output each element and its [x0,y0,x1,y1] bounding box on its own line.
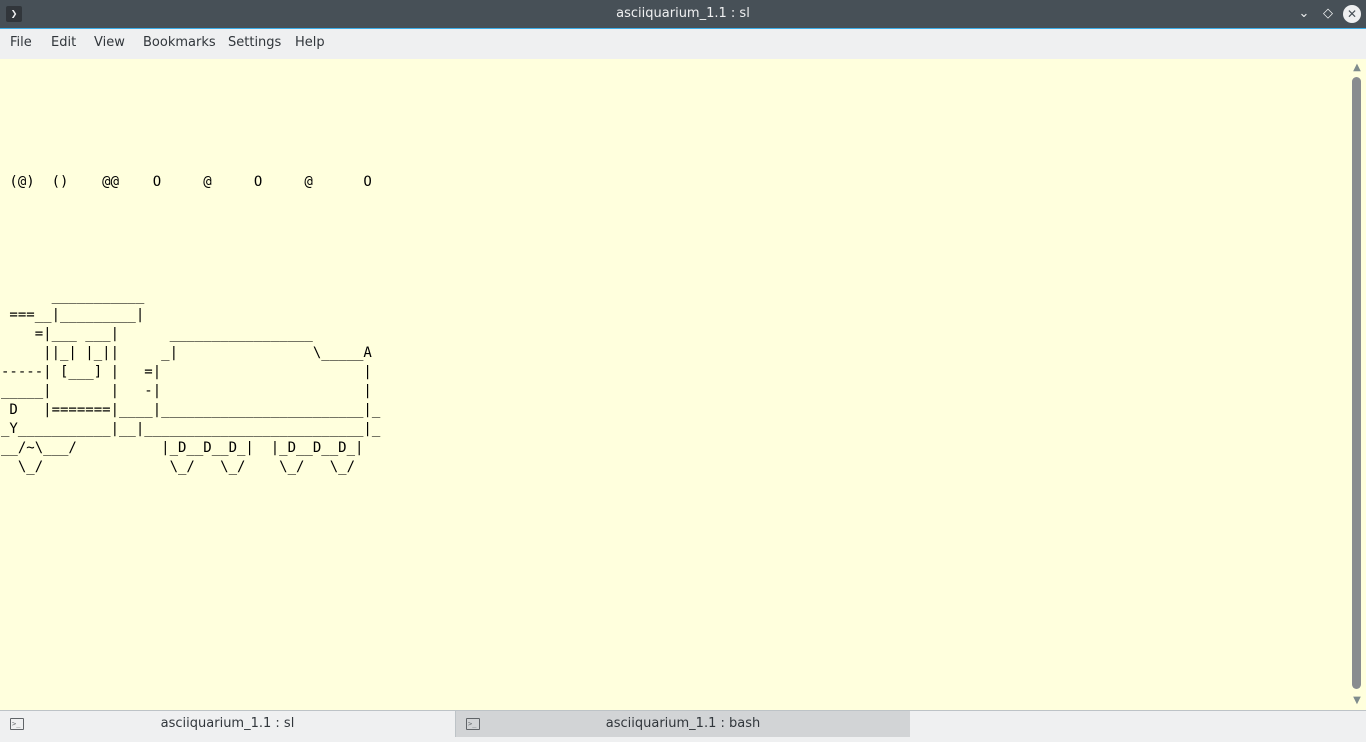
minimize-icon[interactable]: ⌄ [1295,5,1313,23]
terminal-line: _Y___________|__|_______________________… [1,421,381,437]
terminal-tab-icon: >_ [10,718,24,730]
scrollbar-thumb[interactable] [1352,77,1361,689]
terminal-line: \_/ \_/ \_/ \_/ \_/ [1,459,356,475]
terminal-line: D |=======|____|________________________… [1,402,381,418]
scroll-down-icon[interactable]: ▼ [1348,694,1366,708]
menu-edit[interactable]: Edit [51,29,76,57]
menu-help[interactable]: Help [295,29,325,57]
tab-bar: >_ asciiquarium_1.1 : sl >_ asciiquarium… [0,710,1366,742]
menu-file[interactable]: File [10,29,32,57]
menu-settings[interactable]: Settings [228,29,281,57]
vertical-scrollbar[interactable]: ▲ ▼ [1348,59,1366,710]
maximize-icon[interactable]: ◇ [1319,5,1337,23]
tab-bash[interactable]: >_ asciiquarium_1.1 : bash [455,711,910,737]
tab-label: asciiquarium_1.1 : bash [605,716,761,731]
window-title: asciiquarium_1.1 : sl [616,6,750,21]
terminal-line: ___________ [1,288,145,304]
terminal-line: =|___ ___| _________________ [1,326,313,342]
terminal-output: (@) () @@ O @ O @ O ___________ ===__|__… [1,59,380,477]
menu-bookmarks[interactable]: Bookmarks [143,29,216,57]
terminal-line: _____| | -| | [1,383,372,399]
scroll-up-icon[interactable]: ▲ [1348,61,1366,75]
terminal-line: ||_| |_|| _| \_____A [1,345,372,361]
menu-view[interactable]: View [94,29,125,57]
terminal-tab-icon: >_ [466,718,480,730]
menu-bar: File Edit View Bookmarks Settings Help [0,29,1366,59]
close-icon[interactable]: ✕ [1343,5,1361,23]
tab-label: asciiquarium_1.1 : sl [160,716,295,731]
terminal-line: ===__|_________| [1,307,145,323]
terminal-line: (@) () @@ O @ O @ O [1,174,372,190]
tab-sl[interactable]: >_ asciiquarium_1.1 : sl [0,711,455,737]
terminal-view[interactable]: (@) () @@ O @ O @ O ___________ ===__|__… [0,59,1348,710]
terminal-line: -----| [___] | =| | [1,364,372,380]
title-bar: ❯ asciiquarium_1.1 : sl ⌄ ◇ ✕ [0,0,1366,28]
terminal-line: __/~\___/ |_D__D__D_| |_D__D__D_| [1,440,364,456]
